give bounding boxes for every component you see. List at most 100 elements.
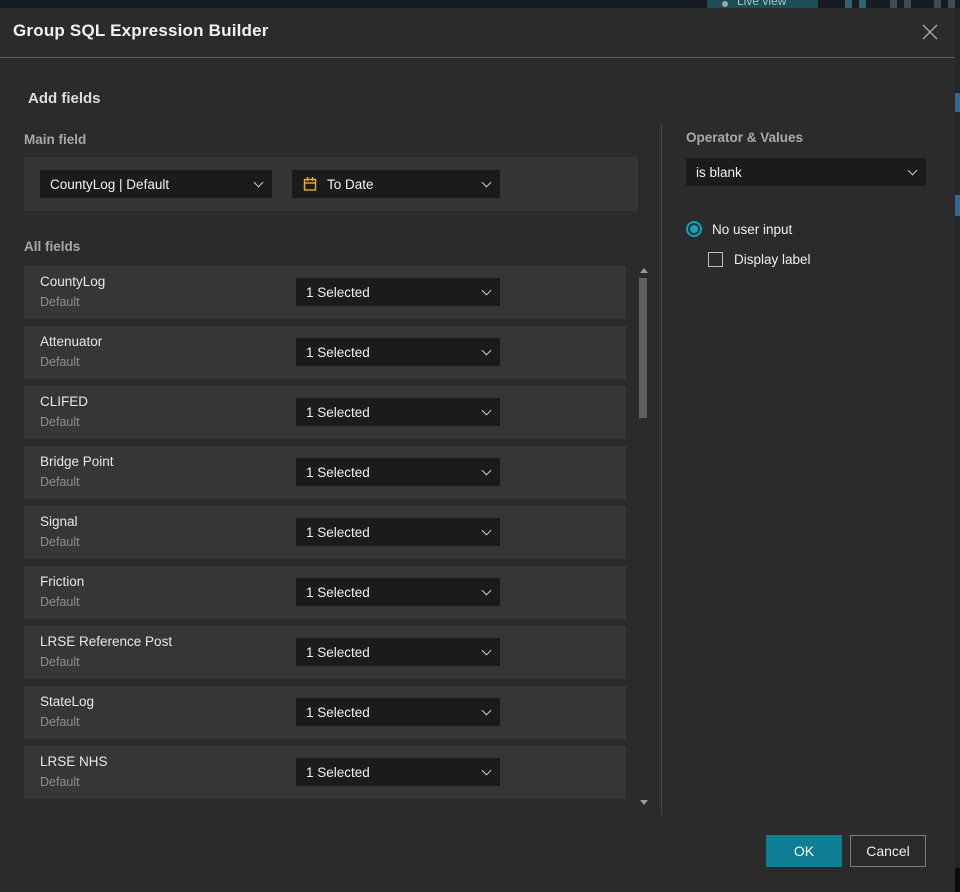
- field-sublabel: Default: [40, 715, 80, 729]
- dialog-header: Group SQL Expression Builder: [0, 8, 955, 58]
- scroll-up-icon[interactable]: [640, 268, 648, 273]
- main-field-select[interactable]: CountyLog | Default: [40, 170, 272, 198]
- main-field-value-select-value: To Date: [327, 176, 374, 192]
- field-sublabel: Default: [40, 655, 80, 669]
- field-selection-dropdown[interactable]: 1 Selected: [296, 338, 500, 366]
- chevron-down-icon: [481, 285, 492, 296]
- chevron-down-icon: [481, 585, 492, 596]
- field-row: StateLog Default 1 Selected: [24, 686, 626, 739]
- field-name: StateLog: [40, 694, 95, 709]
- field-row: CountyLog Default 1 Selected: [24, 266, 626, 319]
- chevron-down-icon: [481, 345, 492, 356]
- field-name: Signal: [40, 514, 78, 529]
- field-selection-value: 1 Selected: [306, 404, 370, 420]
- field-selection-dropdown[interactable]: 1 Selected: [296, 398, 500, 426]
- field-selection-dropdown[interactable]: 1 Selected: [296, 758, 500, 786]
- field-selection-value: 1 Selected: [306, 464, 370, 480]
- field-row: LRSE Reference Post Default 1 Selected: [24, 626, 626, 679]
- all-fields-label: All fields: [24, 239, 81, 254]
- scroll-down-icon[interactable]: [640, 800, 648, 805]
- field-sublabel: Default: [40, 355, 80, 369]
- field-row: Friction Default 1 Selected: [24, 566, 626, 619]
- chevron-down-icon: [481, 525, 492, 536]
- display-label-checkbox[interactable]: Display label: [708, 252, 811, 267]
- background-app-strip: Live view: [0, 0, 960, 8]
- toolbar-fragment-icon: [904, 0, 911, 8]
- field-sublabel: Default: [40, 535, 80, 549]
- chevron-down-icon: [481, 645, 492, 656]
- main-field-value-select[interactable]: To Date: [292, 170, 500, 198]
- background-right-strip: [955, 8, 960, 892]
- toolbar-fragment-icon: [934, 0, 941, 8]
- scrollbar-thumb[interactable]: [639, 278, 647, 418]
- field-selection-dropdown[interactable]: 1 Selected: [296, 278, 500, 306]
- toolbar-fragment-icon: [845, 0, 852, 8]
- operator-select-value: is blank: [696, 164, 742, 180]
- field-sublabel: Default: [40, 475, 80, 489]
- field-row: LRSE NHS Default 1 Selected: [24, 746, 626, 799]
- field-row: CLIFED Default 1 Selected: [24, 386, 626, 439]
- chevron-down-icon: [481, 405, 492, 416]
- operator-values-label: Operator & Values: [686, 130, 804, 145]
- chevron-down-icon: [481, 177, 492, 188]
- field-name: Attenuator: [40, 334, 103, 349]
- toolbar-fragment-icon: [859, 0, 866, 8]
- field-row: Attenuator Default 1 Selected: [24, 326, 626, 379]
- field-selection-dropdown[interactable]: 1 Selected: [296, 518, 500, 546]
- main-field-select-value: CountyLog | Default: [50, 176, 170, 192]
- toolbar-fragment-icon: [890, 0, 897, 8]
- field-selection-dropdown[interactable]: 1 Selected: [296, 578, 500, 606]
- field-selection-value: 1 Selected: [306, 584, 370, 600]
- field-selection-value: 1 Selected: [306, 644, 370, 660]
- no-user-input-label: No user input: [712, 221, 793, 237]
- operator-select[interactable]: is blank: [686, 158, 926, 186]
- field-selection-value: 1 Selected: [306, 284, 370, 300]
- field-sublabel: Default: [40, 595, 80, 609]
- all-fields-list: CountyLog Default 1 Selected Attenuator …: [24, 266, 626, 806]
- field-selection-dropdown[interactable]: 1 Selected: [296, 698, 500, 726]
- field-name: Bridge Point: [40, 454, 114, 469]
- checkbox-unchecked-icon: [708, 252, 723, 267]
- field-selection-value: 1 Selected: [306, 704, 370, 720]
- no-user-input-radio[interactable]: No user input: [686, 221, 792, 237]
- main-field-label: Main field: [24, 132, 87, 147]
- add-fields-heading: Add fields: [28, 90, 101, 107]
- cancel-button[interactable]: Cancel: [850, 835, 926, 867]
- field-sublabel: Default: [40, 415, 80, 429]
- field-sublabel: Default: [40, 775, 80, 789]
- field-sublabel: Default: [40, 295, 80, 309]
- dialog-title: Group SQL Expression Builder: [13, 21, 269, 40]
- field-name: CountyLog: [40, 274, 106, 289]
- group-sql-expression-builder-dialog: Group SQL Expression Builder Add fields …: [0, 8, 955, 892]
- chevron-down-icon: [481, 465, 492, 476]
- toolbar-fragment-icon: [948, 0, 955, 8]
- radio-selected-icon: [686, 221, 702, 237]
- close-icon: [922, 24, 938, 40]
- background-selection-fragment: [955, 93, 960, 112]
- chevron-down-icon: [481, 705, 492, 716]
- close-button[interactable]: [918, 20, 942, 44]
- field-selection-dropdown[interactable]: 1 Selected: [296, 638, 500, 666]
- field-name: CLIFED: [40, 394, 89, 409]
- chevron-down-icon: [907, 165, 918, 176]
- field-row: Bridge Point Default 1 Selected: [24, 446, 626, 499]
- live-view-dot-icon: [722, 1, 728, 7]
- display-label-label: Display label: [734, 252, 811, 267]
- background-fragment: [955, 868, 960, 892]
- live-view-label: Live view: [737, 0, 787, 8]
- field-name: LRSE Reference Post: [40, 634, 173, 649]
- field-name: LRSE NHS: [40, 754, 108, 769]
- field-name: Friction: [40, 574, 85, 589]
- calendar-icon: [303, 177, 317, 191]
- field-list-scrollbar[interactable]: [638, 266, 650, 807]
- live-view-chip: Live view: [707, 0, 818, 8]
- field-row: Signal Default 1 Selected: [24, 506, 626, 559]
- ok-button[interactable]: OK: [766, 835, 842, 867]
- background-selection-fragment: [955, 195, 960, 216]
- field-selection-value: 1 Selected: [306, 764, 370, 780]
- field-selection-value: 1 Selected: [306, 524, 370, 540]
- field-selection-value: 1 Selected: [306, 344, 370, 360]
- chevron-down-icon: [481, 765, 492, 776]
- field-selection-dropdown[interactable]: 1 Selected: [296, 458, 500, 486]
- chevron-down-icon: [253, 177, 264, 188]
